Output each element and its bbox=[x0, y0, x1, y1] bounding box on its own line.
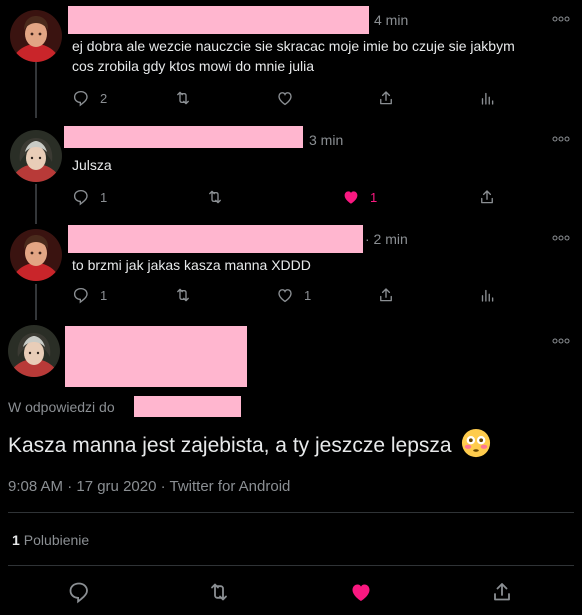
heart-filled-icon bbox=[349, 580, 373, 604]
like-total: 1 bbox=[12, 532, 20, 548]
main-tweet-text: Kasza manna jest zajebista, a ty jeszcze… bbox=[8, 428, 491, 462]
reply-count: 1 bbox=[100, 287, 108, 303]
tweet-time: · 2 min bbox=[365, 231, 408, 247]
retweet-icon bbox=[174, 286, 192, 304]
reply-button[interactable]: 1 bbox=[72, 284, 107, 306]
more-options-icon[interactable] bbox=[552, 233, 570, 243]
like-count: 1 bbox=[370, 189, 378, 205]
avatar[interactable] bbox=[10, 10, 62, 62]
retweet-button[interactable] bbox=[206, 186, 224, 208]
retweet-button[interactable] bbox=[174, 87, 192, 109]
reply-count: 2 bbox=[100, 90, 108, 106]
tweet-actions: 1 1 bbox=[72, 284, 502, 306]
reply-button[interactable] bbox=[67, 580, 93, 606]
tweet-time: 3 min bbox=[309, 132, 344, 148]
tweet-actions: 2 bbox=[72, 87, 502, 109]
more-options-icon[interactable] bbox=[552, 336, 570, 346]
reply-icon bbox=[72, 286, 90, 304]
main-tweet-text-content: Kasza manna jest zajebista, a ty jeszcze… bbox=[8, 434, 452, 457]
avatar[interactable] bbox=[10, 130, 62, 182]
reply-icon bbox=[67, 580, 91, 604]
redacted-username bbox=[64, 126, 303, 148]
tweet-text: to brzmi jak jakas kasza manna XDDD bbox=[72, 257, 311, 273]
share-icon bbox=[377, 286, 395, 304]
tweet-timestamp-source: 9:08 AM · 17 gru 2020 · Twitter for Andr… bbox=[8, 478, 291, 495]
redacted-reply-handle bbox=[134, 396, 241, 417]
like-button[interactable]: 1 bbox=[342, 186, 377, 208]
analytics-icon bbox=[478, 286, 496, 304]
tweet-text-line: cos zrobila gdy ktos mowi do mnie julia bbox=[72, 58, 314, 74]
likes-summary[interactable]: 1 Polubienie bbox=[12, 532, 89, 548]
redacted-username bbox=[68, 225, 363, 253]
redacted-username bbox=[68, 6, 369, 34]
avatar[interactable] bbox=[10, 229, 62, 281]
flushed-face-emoji-icon bbox=[462, 428, 491, 458]
redacted-username bbox=[65, 326, 247, 387]
reply-button[interactable]: 1 bbox=[72, 186, 107, 208]
retweet-button[interactable] bbox=[174, 284, 192, 306]
analytics-icon bbox=[478, 89, 496, 107]
heart-icon bbox=[276, 89, 294, 107]
thread-line bbox=[35, 184, 37, 224]
replying-to-label: W odpowiedzi do bbox=[8, 399, 115, 415]
like-total-label: Polubienie bbox=[23, 532, 90, 548]
retweet-icon bbox=[207, 580, 231, 604]
share-button[interactable] bbox=[377, 87, 395, 109]
like-button[interactable] bbox=[276, 87, 294, 109]
like-button[interactable]: 1 bbox=[276, 284, 311, 306]
divider bbox=[8, 512, 574, 513]
analytics-button[interactable] bbox=[478, 87, 496, 109]
share-button[interactable] bbox=[377, 284, 395, 306]
retweet-icon bbox=[174, 89, 192, 107]
reply-button[interactable]: 2 bbox=[72, 87, 107, 109]
share-icon bbox=[478, 188, 496, 206]
divider bbox=[8, 565, 574, 566]
reply-icon bbox=[72, 188, 90, 206]
thread-line bbox=[35, 284, 37, 320]
avatar[interactable] bbox=[8, 325, 60, 377]
share-icon bbox=[377, 89, 395, 107]
heart-icon bbox=[276, 286, 294, 304]
reply-count: 1 bbox=[100, 189, 108, 205]
share-icon bbox=[490, 580, 514, 604]
reply-icon bbox=[72, 89, 90, 107]
retweet-icon bbox=[206, 188, 224, 206]
like-button[interactable] bbox=[349, 580, 375, 606]
tweet-text-line: ej dobra ale wezcie nauczcie sie skracac… bbox=[72, 38, 515, 54]
more-options-icon[interactable] bbox=[552, 134, 570, 144]
heart-filled-icon bbox=[342, 188, 360, 206]
more-options-icon[interactable] bbox=[552, 14, 570, 24]
tweet-actions: 1 1 bbox=[72, 186, 502, 208]
tweet-time: 4 min bbox=[374, 12, 409, 28]
tweet-text: Julsza bbox=[72, 157, 112, 173]
share-button[interactable] bbox=[478, 186, 496, 208]
thread-line bbox=[35, 62, 37, 118]
retweet-button[interactable] bbox=[207, 580, 233, 606]
share-button[interactable] bbox=[490, 580, 516, 606]
like-count: 1 bbox=[304, 287, 312, 303]
analytics-button[interactable] bbox=[478, 284, 496, 306]
